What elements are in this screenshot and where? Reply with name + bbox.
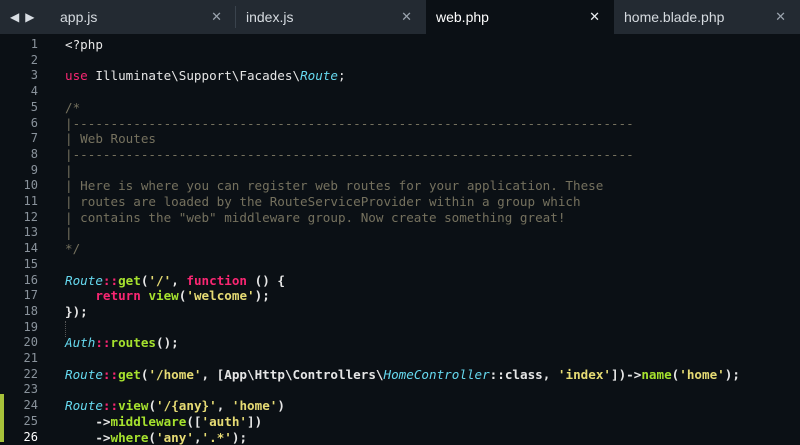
line-number: 11 — [2, 194, 38, 210]
line-number: 20 — [2, 335, 38, 351]
tab-label: index.js — [236, 9, 293, 25]
line-number-gutter: 1 2 3 4 5 6 7 8 9 10 11 12 13 14 15 16 1… — [0, 34, 50, 442]
line-number: 2 — [2, 53, 38, 69]
code-line-14: */ — [65, 241, 80, 257]
close-icon[interactable]: ✕ — [775, 0, 786, 34]
code-line-24: Route::view('/{any}', 'home') — [65, 398, 285, 414]
tab-label: app.js — [50, 9, 97, 25]
line-number: 24 — [2, 398, 38, 414]
line-number: 7 — [2, 131, 38, 147]
line-number: 5 — [2, 100, 38, 116]
tab-app-js[interactable]: app.js ✕ — [50, 0, 236, 34]
tab-home-blade-php[interactable]: home.blade.php ✕ — [614, 0, 800, 34]
line-number: 6 — [2, 116, 38, 132]
code-line-22: Route::get('/home', [App\Http\Controller… — [65, 367, 740, 383]
close-icon[interactable]: ✕ — [589, 0, 600, 34]
line-number: 4 — [2, 84, 38, 100]
tab-label: web.php — [426, 9, 489, 25]
line-number: 10 — [2, 178, 38, 194]
line-number: 25 — [2, 414, 38, 430]
code-line-18: }); — [65, 304, 88, 320]
tab-navigation: ◀ ▶ — [0, 0, 50, 34]
tab-bar: ◀ ▶ app.js ✕ index.js ✕ web.php ✕ home.b… — [0, 0, 800, 34]
code-line-1: <?php — [65, 37, 103, 53]
line-number: 15 — [2, 257, 38, 273]
code-line-9: | — [65, 163, 73, 179]
code-line-13: | — [65, 225, 73, 241]
line-number: 9 — [2, 163, 38, 179]
line-number: 23 — [2, 382, 38, 398]
tab-index-js[interactable]: index.js ✕ — [236, 0, 426, 34]
close-icon[interactable]: ✕ — [401, 0, 412, 34]
line-number-current: 26 — [2, 430, 38, 445]
line-number: 22 — [2, 367, 38, 383]
code-line-20: Auth::routes(); — [65, 335, 179, 351]
line-number: 3 — [2, 68, 38, 84]
line-number: 19 — [2, 320, 38, 336]
code-line-3: use Illuminate\Support\Facades\Route; — [65, 68, 346, 84]
line-number: 18 — [2, 304, 38, 320]
code-line-5: /* — [65, 100, 80, 116]
code-line-10: | Here is where you can register web rou… — [65, 178, 603, 194]
line-number: 12 — [2, 210, 38, 226]
line-number: 1 — [2, 37, 38, 53]
code-line-6: |---------------------------------------… — [65, 116, 634, 132]
code-line-16: Route::get('/', function () { — [65, 273, 285, 289]
line-number: 14 — [2, 241, 38, 257]
line-number: 17 — [2, 288, 38, 304]
tab-web-php[interactable]: web.php ✕ — [426, 0, 614, 34]
code-line-7: | Web Routes — [65, 131, 156, 147]
line-number: 21 — [2, 351, 38, 367]
line-number: 16 — [2, 273, 38, 289]
chevron-right-icon[interactable]: ▶ — [25, 10, 34, 24]
line-number: 13 — [2, 225, 38, 241]
tab-label: home.blade.php — [614, 9, 724, 25]
code-line-8: |---------------------------------------… — [65, 147, 634, 163]
code-line-26: ->where('any','.*'); — [65, 430, 247, 445]
code-line-12: | contains the "web" middleware group. N… — [65, 210, 565, 226]
code-line-25: ->middleware(['auth']) — [65, 414, 262, 430]
code-line-11: | routes are loaded by the RouteServiceP… — [65, 194, 581, 210]
chevron-left-icon[interactable]: ◀ — [10, 10, 19, 24]
line-number: 8 — [2, 147, 38, 163]
code-line-17: return view('welcome'); — [65, 288, 270, 304]
close-icon[interactable]: ✕ — [211, 0, 222, 34]
